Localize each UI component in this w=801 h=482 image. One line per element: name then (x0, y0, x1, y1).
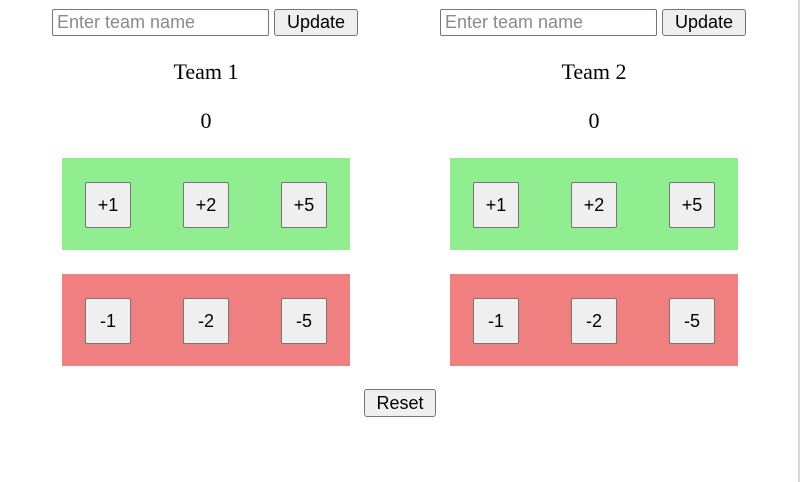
team-1-plus-1-button[interactable]: +1 (85, 182, 131, 228)
team-1-name-form: Update (52, 9, 360, 37)
team-1-plus-5-button[interactable]: +5 (281, 182, 327, 228)
team-1-plus-2-button[interactable]: +2 (183, 182, 229, 228)
team-2-minus-5-button[interactable]: -5 (669, 298, 715, 344)
team-2-minus-1-button[interactable]: -1 (473, 298, 519, 344)
team-2-update-button[interactable]: Update (662, 9, 746, 36)
team-1-decrement-panel: -1 -2 -5 (62, 274, 350, 366)
team-2-plus-1-button[interactable]: +1 (473, 182, 519, 228)
team-1-name-input[interactable] (52, 9, 269, 36)
team-2-increment-panel: +1 +2 +5 (450, 158, 738, 250)
team-1-name: Team 1 (173, 59, 239, 84)
team-1-minus-2-button[interactable]: -2 (183, 298, 229, 344)
team-2-plus-2-button[interactable]: +2 (571, 182, 617, 228)
team-1-minus-1-button[interactable]: -1 (85, 298, 131, 344)
team-1-score: 0 (200, 108, 212, 133)
team-1-minus-5-button[interactable]: -5 (281, 298, 327, 344)
team-2-minus-2-button[interactable]: -2 (571, 298, 617, 344)
team-2-score: 0 (588, 108, 600, 133)
team-2-decrement-panel: -1 -2 -5 (450, 274, 738, 366)
team-1-increment-panel: +1 +2 +5 (62, 158, 350, 250)
team-2-name-input[interactable] (440, 9, 657, 36)
window-edge (798, 0, 800, 482)
team-2-name: Team 2 (561, 59, 627, 84)
reset-button[interactable]: Reset (364, 389, 436, 417)
team-2-name-form: Update (440, 9, 748, 37)
team-1-update-button[interactable]: Update (274, 9, 358, 36)
team-2-plus-5-button[interactable]: +5 (669, 182, 715, 228)
